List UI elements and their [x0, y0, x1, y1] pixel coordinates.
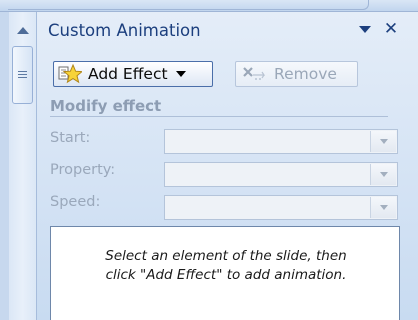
chevron-down-icon	[175, 71, 186, 77]
dropdown-arrow-icon[interactable]	[370, 164, 396, 185]
close-icon[interactable]: ✕	[383, 20, 399, 38]
remove-label: Remove	[274, 65, 337, 83]
star-icon	[58, 63, 82, 84]
scroll-thumb[interactable]	[12, 46, 33, 104]
remove-x-icon	[243, 67, 266, 80]
dropdown-arrow-icon[interactable]	[370, 131, 396, 152]
empty-list-hint: Select an element of the slide, then cli…	[51, 247, 401, 285]
slide-area-edge	[8, 0, 369, 10]
remove-button[interactable]: Remove	[235, 61, 358, 87]
vertical-scrollbar[interactable]	[9, 12, 37, 320]
pane-title: Custom Animation	[48, 21, 201, 40]
speed-label: Speed:	[50, 194, 101, 210]
speed-select[interactable]	[164, 195, 398, 220]
start-select[interactable]	[164, 129, 398, 154]
animation-list[interactable]: Select an element of the slide, then cli…	[50, 226, 400, 320]
scroll-up-arrow-icon[interactable]	[12, 20, 34, 40]
modify-effect-header: Modify effect	[50, 97, 388, 117]
hint-line-2: click "Add Effect" to add animation.	[105, 267, 347, 283]
add-effect-button[interactable]: Add Effect	[53, 61, 213, 87]
grip-icon	[18, 71, 27, 79]
hint-line-1: Select an element of the slide, then	[105, 248, 347, 264]
property-select[interactable]	[164, 162, 398, 187]
dropdown-arrow-icon[interactable]	[370, 197, 396, 218]
add-effect-label: Add Effect	[88, 65, 168, 83]
top-border	[0, 0, 418, 12]
custom-animation-pane: Custom Animation ✕ Add Effect Remove Mod…	[37, 12, 418, 320]
property-label: Property:	[50, 162, 116, 178]
start-label: Start:	[50, 130, 91, 146]
chevron-down-icon[interactable]	[359, 26, 371, 33]
